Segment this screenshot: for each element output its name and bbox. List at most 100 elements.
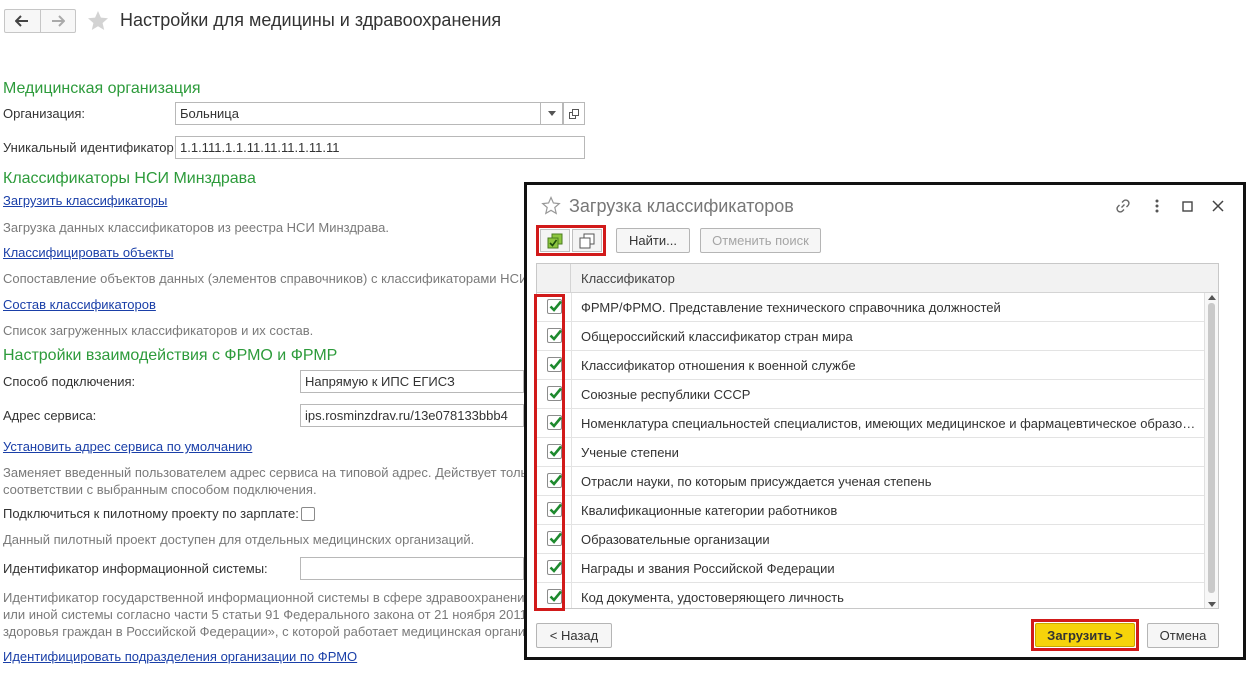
classifiers-table: Классификатор ФРМР/ФРМО. Представление т… [536,263,1219,609]
row-label: Классификатор отношения к военной службе [581,358,856,373]
org-dropdown-button[interactable] [540,103,562,124]
check-all-icon [547,233,563,248]
table-row[interactable]: Отрасли науки, по которым присуждается у… [537,467,1204,496]
column-divider [571,409,572,438]
table-row[interactable]: Союзные республики СССР [537,380,1204,409]
column-divider [571,583,572,608]
more-menu-icon[interactable] [1148,197,1166,215]
classifiers-composition-link[interactable]: Состав классификаторов [3,297,156,312]
classify-objects-link[interactable]: Классифицировать объекты [3,245,174,260]
table-row[interactable]: Номенклатура специальностей специалистов… [537,409,1204,438]
column-divider [571,438,572,467]
load-classifiers-link[interactable]: Загрузить классификаторы [3,193,167,208]
nav-buttons [4,9,76,33]
classifiers-composition-hint: Список загруженных классификаторов и их … [3,323,314,338]
scroll-up-icon[interactable] [1208,295,1216,300]
maximize-icon[interactable] [1178,197,1196,215]
org-field[interactable]: Больница [175,102,563,125]
is-id-hint-line1: Идентификатор государственной информацио… [3,590,532,605]
classify-objects-hint: Сопоставление объектов данных (элементов… [3,271,529,286]
row-label: Квалификационные категории работников [581,503,838,518]
org-label: Организация: [3,106,86,121]
back-nav-button[interactable] [5,10,40,32]
is-id-hint-line3: здоровья граждан в Российской Федерации»… [3,624,526,639]
row-label: Ученые степени [581,445,679,460]
org-open-button[interactable] [563,102,585,125]
load-classifiers-hint: Загрузка данных классификаторов из реест… [3,220,389,235]
column-header-classifier[interactable]: Классификатор [581,271,675,286]
cancel-button[interactable]: Отмена [1147,623,1219,648]
column-divider [571,554,572,583]
row-label: Номенклатура специальностей специалистов… [581,416,1197,431]
uncheck-all-button[interactable] [572,229,602,252]
table-row[interactable]: ФРМР/ФРМО. Представление технического сп… [537,293,1204,322]
favorite-star-icon[interactable] [86,9,110,33]
column-divider [571,496,572,525]
column-divider [571,380,572,409]
service-address-label: Адрес сервиса: [3,408,97,423]
uid-field[interactable]: 1.1.111.1.1.11.11.11.1.11.11 [175,136,585,159]
page-title: Настройки для медицины и здравоохранения [120,10,502,30]
uid-label: Уникальный идентификатор: [3,140,178,155]
connection-field[interactable]: Напрямую к ИПС ЕГИСЗ [300,370,524,393]
row-label: ФРМР/ФРМО. Представление технического сп… [581,300,1001,315]
checkbox-column-highlight [534,294,565,611]
table-row[interactable]: Награды и звания Российской Федерации [537,554,1204,583]
dialog-title: Загрузка классификаторов [569,196,794,216]
scroll-thumb[interactable] [1208,303,1215,593]
column-divider [571,525,572,554]
identify-departments-link[interactable]: Идентифицировать подразделения организац… [3,649,357,664]
load-classifiers-dialog: Загрузка классификаторов Найти... Отмени… [524,182,1246,660]
scroll-down-icon[interactable] [1208,602,1216,607]
row-label: Образовательные организации [581,532,770,547]
default-address-link[interactable]: Установить адрес сервиса по умолчанию [3,439,252,454]
default-address-hint-line1: Заменяет введенный пользователем адрес с… [3,465,528,480]
table-rows: ФРМР/ФРМО. Представление технического сп… [537,293,1204,608]
header-checkbox-column[interactable] [537,264,571,293]
pilot-project-checkbox[interactable] [301,507,315,521]
section-title-frmo: Настройки взаимодействия с ФРМО и ФРМР [3,347,338,364]
favorite-star-icon[interactable] [541,196,561,216]
table-row[interactable]: Ученые степени [537,438,1204,467]
forward-nav-button[interactable] [39,10,76,32]
row-label: Код документа, удостоверяющего личность [581,590,844,605]
column-divider [571,351,572,380]
close-icon[interactable] [1209,197,1227,215]
selection-toolbar [536,225,606,256]
table-header: Классификатор [537,264,1218,293]
connection-label: Способ подключения: [3,374,136,389]
table-row[interactable]: Классификатор отношения к военной службе [537,351,1204,380]
arrow-left-icon [15,15,29,27]
back-button[interactable]: < Назад [536,623,612,648]
load-button-highlight: Загрузить > [1031,619,1139,651]
org-value: Больница [180,106,239,121]
table-row[interactable]: Код документа, удостоверяющего личность [537,583,1204,608]
cancel-search-button[interactable]: Отменить поиск [700,228,821,253]
table-row[interactable]: Образовательные организации [537,525,1204,554]
find-button[interactable]: Найти... [616,228,690,253]
load-button[interactable]: Загрузить > [1035,623,1135,647]
check-all-button[interactable] [540,229,570,252]
service-address-field[interactable]: ips.rosminzdrav.ru/13e078133bbb4 [300,404,524,427]
section-title-org: Медицинская организация [3,80,201,97]
uncheck-all-icon [579,233,595,248]
pilot-project-label: Подключиться к пилотному проекту по зарп… [3,506,299,521]
pilot-project-hint: Данный пилотный проект доступен для отде… [3,532,475,547]
default-address-hint-line2: соответствии с выбранным способом подклю… [3,482,317,497]
row-label: Награды и звания Российской Федерации [581,561,835,576]
link-icon[interactable] [1114,197,1132,215]
open-window-icon [569,108,579,119]
chevron-down-icon [547,111,556,116]
table-row[interactable]: Общероссийский классификатор стран мира [537,322,1204,351]
row-label: Отрасли науки, по которым присуждается у… [581,474,932,489]
row-label: Союзные республики СССР [581,387,751,402]
column-divider [571,467,572,496]
table-row[interactable]: Квалификационные категории работников [537,496,1204,525]
vertical-scrollbar[interactable] [1204,293,1218,608]
arrow-right-icon [51,15,65,27]
row-label: Общероссийский классификатор стран мира [581,329,853,344]
is-id-field[interactable] [300,557,524,580]
column-divider [571,322,572,351]
column-divider [571,293,572,322]
is-id-label: Идентификатор информационной системы: [3,561,268,576]
